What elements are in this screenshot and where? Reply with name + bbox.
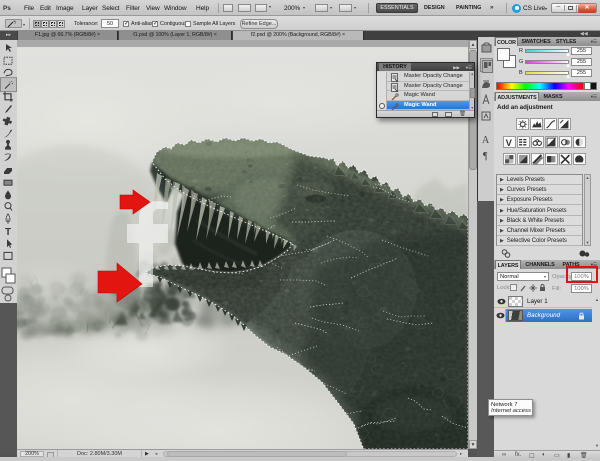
svg-text:T: T (5, 227, 11, 238)
svg-text:A: A (482, 135, 490, 146)
svg-text:V: V (506, 137, 513, 148)
svg-text:¶: ¶ (483, 151, 488, 162)
